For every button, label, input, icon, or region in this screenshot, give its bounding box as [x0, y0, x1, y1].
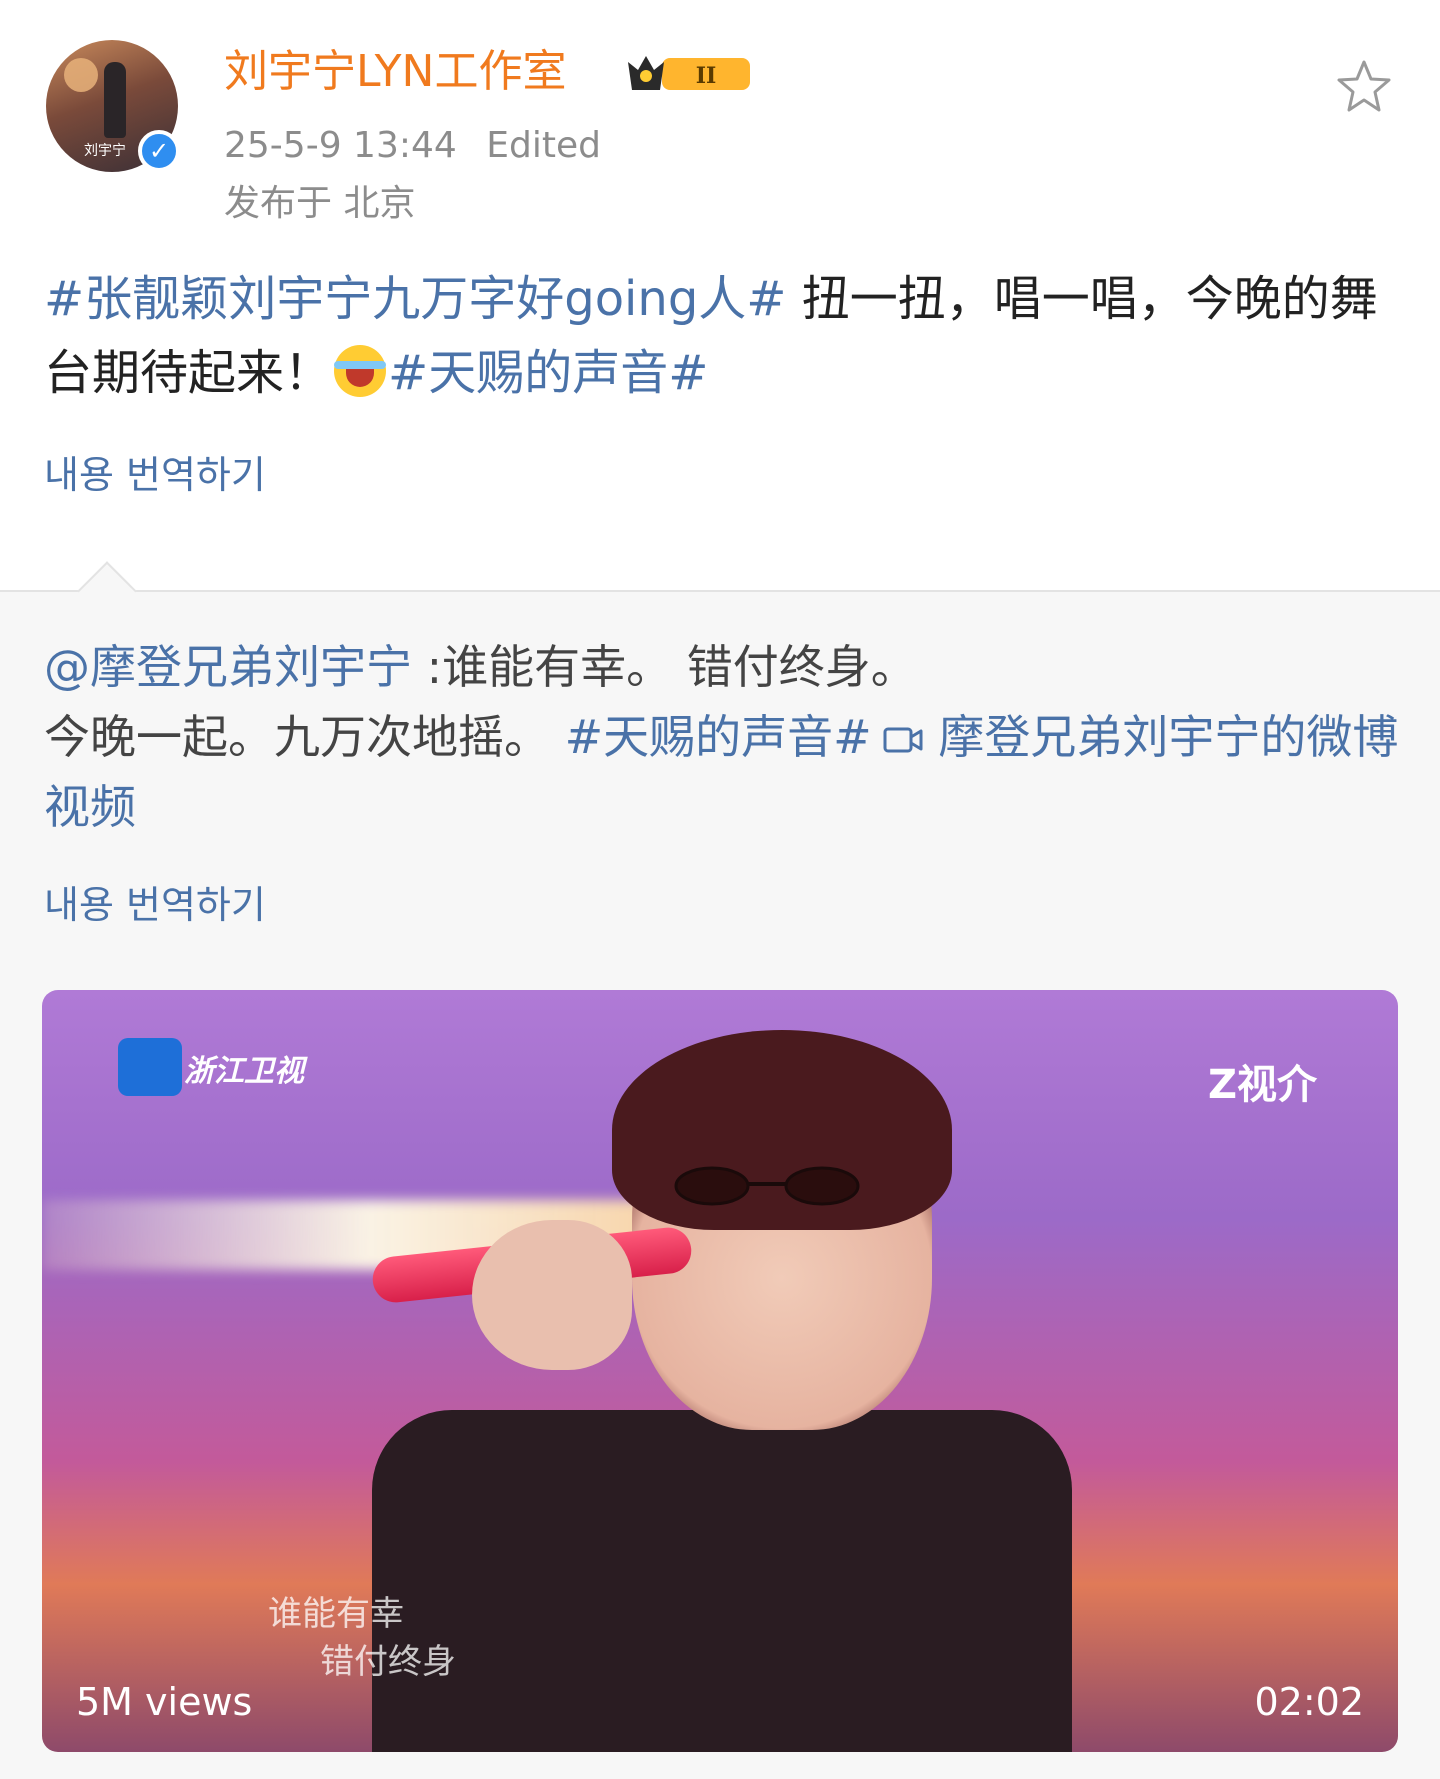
video-camera-icon [883, 727, 923, 753]
repost-text: :谁能有幸。 错付终身。 [412, 640, 917, 694]
level-badge-text: II [696, 63, 717, 89]
repost-body: @摩登兄弟刘宇宁 :谁能有幸。 错付终身。 今晚一起。九万次地摇。 #天赐的声音… [44, 632, 1414, 842]
platform-logo: Z视介 [1208, 1062, 1318, 1108]
singer-jacket [372, 1410, 1072, 1752]
view-count: 5M views [76, 1680, 253, 1724]
translate-button[interactable]: 내용 번역하기 [44, 880, 266, 930]
mention-link[interactable]: @摩登兄弟刘宇宁 [44, 640, 412, 694]
edited-label[interactable]: Edited [486, 125, 601, 166]
video-player[interactable]: 浙江卫视 Z视介 谁能有幸 错付终身 5M views 02:02 [42, 990, 1398, 1752]
hashtag-link[interactable]: #张靓颖刘宇宁九万字好going人# [44, 271, 787, 327]
post-location: 发布于 北京 [224, 183, 416, 224]
star-icon[interactable] [1336, 58, 1392, 114]
verified-icon: ✓ [138, 130, 180, 172]
username[interactable]: 刘宇宁LYN工作室 [224, 42, 566, 102]
vip-crown-badge-icon[interactable]: II [622, 50, 756, 96]
singer-hand [472, 1220, 632, 1370]
hashtag-link[interactable]: #天赐的声音# [565, 710, 872, 764]
post-header: 刘宇宁 ✓ 刘宇宁LYN工作室 II 25-5-9 13:44 Edited 发… [0, 0, 1440, 250]
avatar-signature: 刘宇宁 [84, 143, 126, 159]
avatar-figure [104, 62, 126, 138]
avatar-moon [64, 58, 98, 92]
translate-button[interactable]: 내용 번역하기 [44, 450, 266, 500]
channel-logo: 浙江卫视 [184, 1054, 304, 1089]
crying-laugh-emoji-icon [334, 345, 387, 397]
zjtv-logo-icon [118, 1038, 182, 1096]
repost-text: 今晚一起。九万次地摇。 [44, 710, 565, 764]
video-duration: 02:02 [1254, 1680, 1364, 1724]
sunglasses [674, 1166, 860, 1206]
post-timestamp: 25-5-9 13:44 Edited [224, 122, 601, 170]
video-subtitles: 谁能有幸 错付终身 [268, 1590, 456, 1686]
post-body: #张靓颖刘宇宁九万字好going人# 扭一扭，唱一唱，今晚的舞台期待起来！ #天赐… [44, 262, 1404, 410]
timestamp-value: 25-5-9 13:44 [224, 125, 457, 166]
subtitle-line: 谁能有幸 [268, 1594, 404, 1634]
hashtag-link[interactable]: #天赐的声音# [388, 345, 708, 401]
subtitle-line: 错付终身 [320, 1642, 456, 1682]
